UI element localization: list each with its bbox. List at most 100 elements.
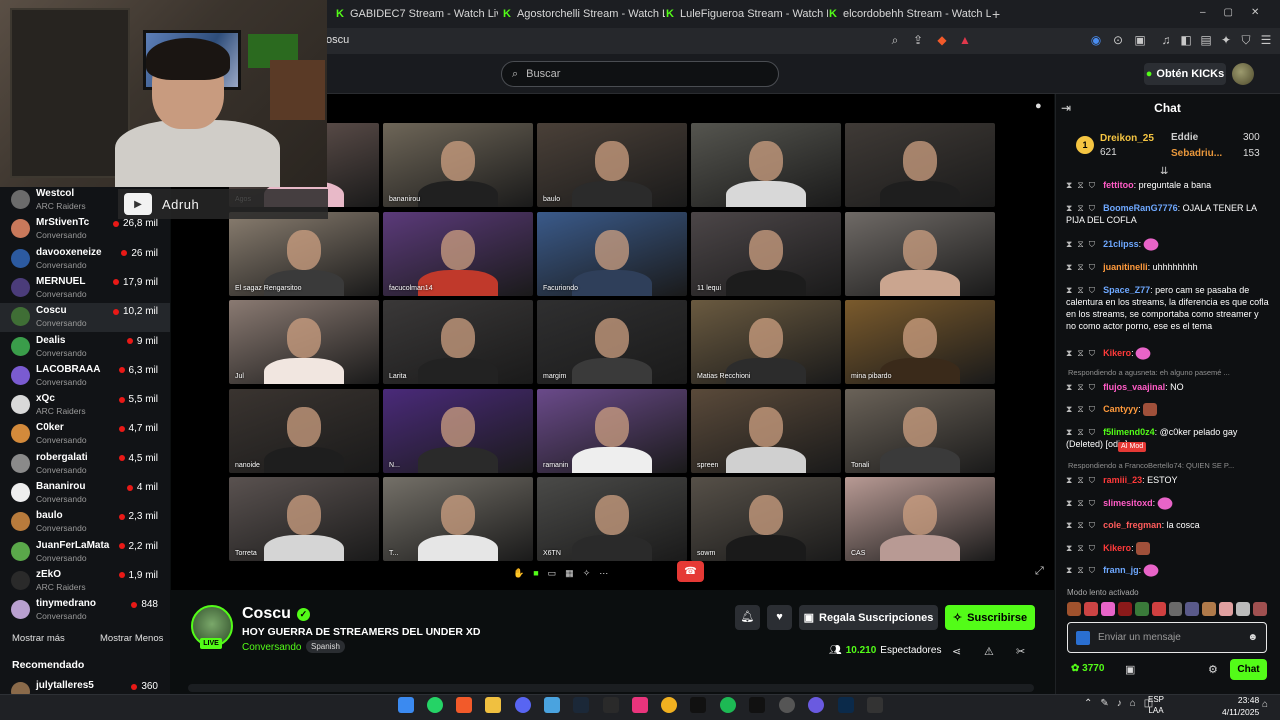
clock[interactable]: 23:48 4/11/2025 <box>1222 694 1259 718</box>
chat-message[interactable]: ⧗⧖⛉ flujos_vaajinal: NO <box>1066 381 1270 393</box>
chat-username[interactable]: Kikero <box>1103 348 1131 358</box>
screen-share-icon[interactable]: ▭ <box>548 568 557 579</box>
gift-icon[interactable]: ▣ <box>1125 663 1135 676</box>
app-icon[interactable] <box>632 697 648 713</box>
emote-icon[interactable] <box>1253 602 1268 616</box>
sidebar-item-zeko[interactable]: zEkO ARC Raiders 1,9 mil <box>0 567 170 596</box>
brave-icon[interactable] <box>456 697 472 713</box>
participant-tile[interactable]: Jul <box>229 300 379 384</box>
url-text[interactable]: oscu <box>326 34 349 46</box>
sidebar-item-coscu[interactable]: Coscu Conversando 10,2 mil <box>0 303 170 333</box>
chat-username[interactable]: Space_Z77 <box>1103 285 1150 295</box>
chat-username[interactable]: 21clipss <box>1103 239 1139 249</box>
language-tag[interactable]: Spanish <box>306 640 345 653</box>
participant-tile[interactable]: Matias Recchioni <box>691 300 841 384</box>
emote-icon[interactable] <box>1168 602 1183 616</box>
participant-tile[interactable]: Torreta <box>229 477 379 561</box>
expand-leaderboard-icon[interactable]: ⇊ <box>1160 166 1168 177</box>
participant-tile[interactable] <box>845 123 995 207</box>
participant-tile[interactable]: spreen <box>691 388 841 473</box>
photoshop-icon[interactable] <box>838 697 854 713</box>
chat-message[interactable]: ⧗⧖⛉ slimesitoxd: <box>1066 494 1270 513</box>
browser-tab[interactable]: KLuleFigueroa Stream - Watch Live on✕ <box>666 4 828 24</box>
sidebar-item-julytalleres5[interactable]: julytalleres5 360 <box>0 678 170 694</box>
steam-icon[interactable] <box>573 697 589 713</box>
chat-username[interactable]: Kikero <box>1103 543 1131 553</box>
chat-username[interactable]: f5limend0z4 <box>1103 427 1155 437</box>
emote-icon[interactable] <box>1083 602 1098 616</box>
participant-tile[interactable]: nanoide <box>229 388 379 473</box>
chat-message[interactable]: ⧗⧖⛉ Kikero: <box>1066 542 1270 556</box>
grid-icon[interactable]: ▦ <box>565 568 574 579</box>
subscribe-button[interactable]: ✧ Suscribirse <box>945 605 1035 630</box>
browser-tab[interactable]: Kelcordobehh Stream - Watch Live on✕ <box>829 4 991 24</box>
window-controls[interactable]: –▢✕ <box>1200 7 1277 18</box>
participant-tile[interactable]: T... <box>383 477 533 561</box>
sidebar-item-mernuel[interactable]: MERNUEL Conversando 17,9 mil <box>0 274 170 303</box>
follow-heart-icon[interactable]: ♥ <box>767 605 792 630</box>
extension-icon[interactable]: ✦ <box>1218 32 1234 48</box>
participant-tile[interactable]: sowm <box>691 477 841 561</box>
extension-icon[interactable]: ⊙ <box>1110 32 1126 48</box>
participant-tile[interactable]: bananirou <box>383 123 533 207</box>
effects-icon[interactable]: ✧ <box>583 568 591 579</box>
participant-tile[interactable]: 11 lequi <box>691 211 841 296</box>
app-icon[interactable] <box>808 697 824 713</box>
get-kicks-button[interactable]: ● Obtén KICKs <box>1144 63 1226 85</box>
participant-tile[interactable]: CAS <box>845 477 995 561</box>
menu-icon[interactable]: ☰ <box>1258 32 1274 48</box>
participant-tile[interactable]: mina pibardo <box>845 300 995 384</box>
chat-username[interactable]: fettitoo <box>1103 180 1134 190</box>
chat-username[interactable]: ramiii_23 <box>1103 475 1142 485</box>
browser-tab[interactable]: KGABIDEC7 Stream - Watch Live on Ki✕ <box>336 4 498 24</box>
search-input[interactable]: ⌕ Buscar <box>501 61 779 87</box>
emote-icon[interactable] <box>1100 602 1115 616</box>
app-icon[interactable] <box>661 697 677 713</box>
emoji-icon[interactable]: ☻ <box>1247 632 1258 643</box>
leader-name[interactable]: Eddie <box>1171 132 1198 143</box>
emote-icon[interactable] <box>1219 602 1234 616</box>
chat-message[interactable]: ⧗⧖⛉ f5limend0z4: @c0ker pelado gay (Delet… <box>1066 426 1270 450</box>
chat-input[interactable]: Enviar un mensaje ☻ <box>1067 622 1267 653</box>
chat-message[interactable]: ⧗⧖⛉ BoomeRanG7776: OJALA TENER LA PIJA DE… <box>1066 202 1270 226</box>
chat-message[interactable]: ⧗⧖⛉ Kikero: <box>1066 344 1270 363</box>
user-avatar[interactable] <box>1232 63 1254 85</box>
emote-icon[interactable] <box>1202 602 1217 616</box>
folder-icon[interactable] <box>485 697 501 713</box>
channel-points[interactable]: ✿ 3770 <box>1071 663 1104 674</box>
extension-icon[interactable]: ◉ <box>1088 32 1104 48</box>
chat-message[interactable]: ⧗⧖⛉ juanitinelli: uhhhhhhhh <box>1066 261 1270 273</box>
extension-icon[interactable]: ▣ <box>1132 32 1148 48</box>
participant-tile[interactable]: Tonali <box>845 388 995 473</box>
chat-bubble-icon[interactable]: ● <box>1035 100 1042 112</box>
sidebar-item-c0ker[interactable]: C0ker Conversando 4,7 mil <box>0 420 170 449</box>
chat-message[interactable]: ⧗⧖⛉ cole_fregman: la cosca <box>1066 519 1270 531</box>
app-icon[interactable] <box>690 697 706 713</box>
share-icon[interactable]: ⋖ <box>952 645 961 658</box>
chat-message[interactable]: ⧗⧖⛉ Cantyyy: <box>1066 403 1270 417</box>
system-tray-icons[interactable]: ⌃✎♪⌂◫ <box>1084 698 1161 709</box>
participant-tile[interactable]: El sagaz Rengarsitoo <box>229 211 379 296</box>
chat-message[interactable]: ⧗⧖⛉ fettitoo: preguntale a bana <box>1066 179 1270 191</box>
chat-username[interactable]: flujos_vaajinal <box>1103 382 1165 392</box>
sidebar-item-davooxeneize[interactable]: davooxeneize Conversando 26 mil <box>0 245 170 274</box>
participant-tile[interactable]: Facuriondo <box>537 211 687 296</box>
music-icon[interactable]: ♫ <box>1158 32 1174 48</box>
reply-reference[interactable]: Respondiendo a agusneta: eh alguno pasem… <box>1068 368 1272 377</box>
chat-username[interactable]: juanitinelli <box>1103 262 1148 272</box>
participant-tile[interactable]: N... <box>383 388 533 473</box>
chat-username[interactable]: frann_jg <box>1103 565 1139 575</box>
sidebar-item-baulo[interactable]: baulo Conversando 2,3 mil <box>0 508 170 537</box>
chat-message[interactable]: ⧗⧖⛉ 21clipss: <box>1066 235 1270 254</box>
participant-tile[interactable]: X6TN <box>537 477 687 561</box>
new-tab-button[interactable]: + <box>992 6 1000 22</box>
participant-tile[interactable] <box>845 211 995 296</box>
chat-message[interactable]: ⧗⧖⛉ Space_Z77: pero cam se pasaba de cale… <box>1066 284 1270 332</box>
chat-username[interactable]: slimesitoxd <box>1103 498 1153 508</box>
wallet-icon[interactable]: ▤ <box>1198 32 1214 48</box>
photos-icon[interactable] <box>544 697 560 713</box>
vpn-icon[interactable]: ⛉ <box>1238 32 1254 48</box>
participant-tile[interactable]: margim <box>537 300 687 384</box>
participant-tile[interactable]: Larita <box>383 300 533 384</box>
whatsapp-icon[interactable] <box>427 697 443 713</box>
